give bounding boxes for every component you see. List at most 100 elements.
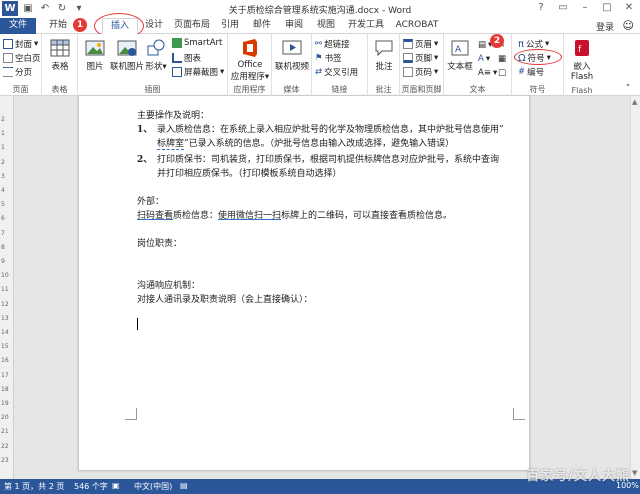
ribbon: 封面 ▾ 空白页 分页 页面 表格 表格 图片 联机图片 形状▾ SmartAr… — [0, 34, 640, 96]
collapse-ribbon-icon[interactable]: ˄ — [626, 84, 630, 94]
crop-mark-bottom-right — [513, 408, 525, 420]
proofing-icon[interactable]: ▣ — [112, 481, 120, 490]
screenshot-button[interactable]: 屏幕截图 ▾ — [172, 66, 224, 78]
scroll-down-icon[interactable]: ▼ — [632, 469, 637, 477]
status-language[interactable]: 中文(中国) — [134, 481, 172, 492]
ruler-number: 6 — [1, 215, 5, 223]
ruler-number: 22 — [1, 442, 9, 450]
minimize-icon[interactable]: – — [578, 1, 592, 15]
online-video-label: 联机视频 — [274, 62, 309, 72]
wordart-button[interactable]: A ▾ — [478, 54, 490, 64]
office-apps-label: 应用程序 — [230, 72, 265, 82]
pi-icon: π — [518, 38, 525, 50]
title-bar: W ▣ ↶ ↻ ▾ 关于质检综合管理系统实施沟通.docx - Word ? ▭… — [0, 0, 640, 18]
bookmark-button[interactable]: ⚑ 书签 — [315, 52, 342, 64]
shapes-label: 形状 — [145, 62, 163, 72]
login-link[interactable]: 登录 — [596, 20, 614, 33]
tab-home[interactable]: 开始 — [44, 18, 72, 34]
smartart-button[interactable]: SmartArt — [172, 38, 222, 48]
comment-button[interactable]: 批注 — [372, 38, 396, 72]
tab-file[interactable]: 文件 — [0, 18, 36, 34]
cross-reference-button[interactable]: ⇄ 交叉引用 — [315, 66, 358, 78]
object-icon: □ — [498, 68, 507, 78]
number-icon: # — [518, 67, 526, 77]
online-picture-button[interactable]: 联机图片 — [110, 38, 144, 72]
hyperlink-button[interactable]: ⚯ 超链接 — [315, 38, 350, 50]
doc-line-scan: 扫码查看质检信息：使用微信扫一扫标牌上的二维码，可以直接查看质检信息。 — [137, 208, 452, 221]
object-button[interactable]: □ — [498, 68, 506, 78]
doc-text-tag-room: 标牌室 — [157, 139, 185, 150]
table-button[interactable]: 表格 — [48, 38, 72, 72]
shapes-button[interactable]: 形状▾ — [144, 38, 168, 72]
picture-button[interactable]: 图片 — [82, 38, 108, 72]
scroll-up-icon[interactable]: ▲ — [632, 98, 637, 106]
ruler-number: 7 — [1, 229, 5, 237]
group-pages: 封面 ▾ 空白页 分页 页面 — [0, 34, 42, 96]
smartart-label: SmartArt — [184, 38, 223, 48]
ruler-number: 9 — [1, 258, 5, 265]
office-store-icon — [243, 39, 257, 57]
tab-acrobat[interactable]: ACROBAT — [394, 18, 440, 34]
doc-list-number-1: 1、 — [137, 125, 153, 135]
bookmark-icon: ⚑ — [315, 53, 323, 63]
group-label-links: 链接 — [331, 85, 348, 94]
tab-review[interactable]: 审阅 — [282, 18, 306, 34]
ruler-number: 8 — [1, 243, 5, 251]
chart-label: 图表 — [184, 54, 202, 64]
vertical-scrollbar[interactable]: ▲ ▼ — [630, 96, 640, 479]
ruler-number: 16 — [1, 357, 9, 365]
tab-references[interactable]: 引用 — [218, 18, 242, 34]
header-button[interactable]: 页眉 ▾ — [403, 38, 438, 50]
number-button[interactable]: # 编号 — [518, 66, 544, 78]
ruler-number: 23 — [1, 456, 9, 464]
online-video-button[interactable]: 联机视频 — [274, 38, 310, 72]
close-icon[interactable]: ✕ — [622, 1, 636, 15]
tab-view[interactable]: 视图 — [314, 18, 338, 34]
page-number-button[interactable]: 页码 ▾ — [403, 66, 438, 78]
maximize-icon[interactable]: □ — [600, 1, 614, 15]
ruler-number: 1 — [1, 130, 5, 138]
ruler-number: 2 — [1, 158, 5, 166]
ribbon-display-icon[interactable]: ▭ — [556, 1, 570, 15]
textbox-button[interactable]: A 文本框 — [446, 38, 474, 72]
flash-icon: f — [575, 40, 589, 56]
office-apps-button[interactable]: Office 应用程序▾ — [230, 38, 270, 82]
doc-line-contacts: 对接人通讯录及职责说明（会上直接确认）： — [137, 295, 313, 305]
tab-mailings[interactable]: 邮件 — [250, 18, 274, 34]
doc-line-item-2-cont: 并打印相应质保书。（打印模板系统自动选择） — [157, 169, 342, 179]
tab-design[interactable]: 设计 — [140, 18, 168, 34]
group-media: 联机视频 媒体 — [272, 34, 312, 96]
drop-cap-icon: A≡ — [478, 68, 491, 78]
doc-line-duties: 岗位职责： — [137, 239, 183, 249]
chart-button[interactable]: 图表 — [172, 52, 201, 64]
smiley-feedback-icon[interactable]: ☺ — [623, 19, 634, 32]
doc-line-item-1-cont: 标牌室”已录入系统的信息。（炉批号信息由输入改成选择，避免输入错误） — [157, 136, 454, 150]
online-picture-icon — [117, 40, 137, 56]
tab-layout[interactable]: 页面布局 — [172, 18, 212, 34]
textbox-icon: A — [451, 40, 469, 56]
ruler-number: 1 — [1, 144, 5, 152]
watermark-text: 百家号/文人大熊 — [526, 469, 630, 484]
group-label-comments: 批注 — [375, 85, 392, 94]
vertical-ruler: 2 1 1 2 3 4 5 6 7 8 9 10 11 12 13 14 15 16 17 18 19 20 21 22 23 — [0, 96, 14, 479]
document-page[interactable]: 主要操作及说明： 1、 录入质检信息：在系统上录入相应炉批号的化学及物理质检信息… — [78, 96, 530, 471]
status-page-count[interactable]: 第 1 页，共 2 页 — [4, 481, 64, 492]
help-icon[interactable]: ? — [534, 1, 548, 15]
header-icon — [403, 39, 413, 49]
embed-flash-button[interactable]: f 嵌入 Flash — [566, 38, 598, 82]
wordart-icon: A — [478, 54, 484, 64]
screenshot-icon — [172, 67, 182, 77]
doc-line-item-1: 录入质检信息：在系统上录入相应炉批号的化学及物理质检信息，其中炉批号信息使用” — [157, 122, 504, 135]
macro-record-icon[interactable]: ▤ — [180, 481, 188, 490]
cover-page-label: 封面 — [15, 40, 33, 50]
blank-page-button[interactable]: 空白页 — [3, 52, 41, 64]
group-label-symbols: 符号 — [529, 85, 546, 94]
drop-cap-button[interactable]: A≡ ▾ — [478, 68, 497, 78]
tab-developer[interactable]: 开发工具 — [344, 18, 388, 34]
cover-page-button[interactable]: 封面 ▾ — [3, 38, 38, 50]
footer-button[interactable]: 页脚 ▾ — [403, 52, 438, 64]
status-word-count[interactable]: 546 个字 — [74, 481, 108, 492]
dropdown-arrow-icon: ▾ — [162, 62, 167, 72]
date-time-button[interactable]: ▦ — [498, 54, 506, 64]
page-break-button[interactable]: 分页 — [3, 66, 32, 78]
